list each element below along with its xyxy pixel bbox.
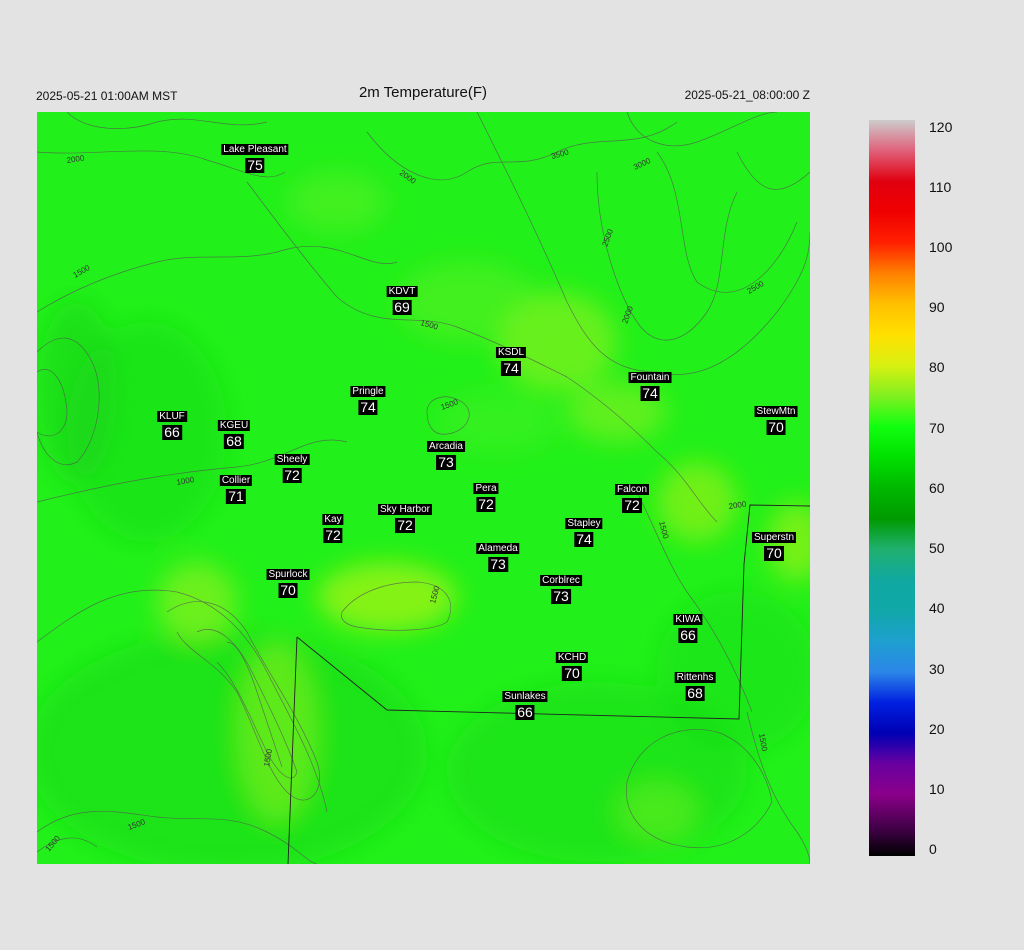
- station-name: Sunlakes: [502, 691, 548, 702]
- station-value: 72: [476, 496, 496, 512]
- colorbar-tick: 30: [929, 661, 945, 677]
- station-name: Corblrec: [540, 575, 582, 586]
- temperature-colorbar: [869, 120, 915, 856]
- colorbar-tick: 120: [929, 119, 953, 135]
- colorbar-tick: 100: [929, 239, 953, 255]
- station-kgeu: KGEU 68: [217, 415, 251, 449]
- station-value: 74: [358, 399, 378, 415]
- station-value: 73: [551, 588, 571, 604]
- station-name: Arcadia: [427, 441, 465, 452]
- station-corblrec: Corblrec 73: [540, 570, 582, 604]
- station-value: 72: [622, 497, 642, 513]
- station-name: Collier: [219, 475, 253, 486]
- colorbar-tick: 50: [929, 540, 945, 556]
- station-value: 70: [764, 545, 784, 561]
- station-sky-harbor: Sky Harbor 72: [377, 499, 433, 533]
- station-value: 68: [224, 433, 244, 449]
- station-name: Falcon: [614, 484, 650, 495]
- colorbar-tick: 40: [929, 600, 945, 616]
- station-value: 72: [323, 527, 343, 543]
- station-pera: Pera 72: [473, 478, 499, 512]
- temperature-map: 2000 3500 3000 2000 1500 2500 2500 1500 …: [37, 112, 810, 864]
- station-value: 75: [245, 157, 265, 173]
- station-name: Fountain: [628, 372, 672, 383]
- station-kdvt: KDVT 69: [386, 281, 418, 315]
- station-arcadia: Arcadia 73: [427, 436, 465, 470]
- station-name: StewMtn: [754, 406, 798, 417]
- colorbar-tick: 60: [929, 480, 945, 496]
- station-name: KIWA: [673, 614, 703, 625]
- station-name: Alameda: [476, 543, 520, 554]
- station-name: Rittenhs: [674, 672, 716, 683]
- station-value: 73: [436, 454, 456, 470]
- station-alameda: Alameda 73: [476, 538, 520, 572]
- station-stewmtn: StewMtn 70: [754, 401, 798, 435]
- station-rittenhs: Rittenhs 68: [674, 667, 716, 701]
- station-value: 68: [685, 685, 705, 701]
- colorbar-tick: 90: [929, 299, 945, 315]
- station-name: Kay: [322, 514, 344, 525]
- station-value: 66: [678, 627, 698, 643]
- station-name: Stapley: [565, 518, 603, 529]
- station-name: Spurlock: [266, 569, 310, 580]
- station-name: KLUF: [157, 411, 187, 422]
- station-value: 74: [640, 385, 660, 401]
- station-kay: Kay 72: [322, 509, 344, 543]
- station-name: Pringle: [350, 386, 386, 397]
- station-name: KCHD: [555, 652, 589, 663]
- station-value: 74: [574, 531, 594, 547]
- station-falcon: Falcon 72: [614, 479, 650, 513]
- station-name: KGEU: [217, 420, 251, 431]
- utc-time-label: 2025-05-21_08:00:00 Z: [684, 88, 810, 102]
- station-name: Superstn: [751, 532, 797, 543]
- station-value: 74: [501, 360, 521, 376]
- colorbar-tick: 10: [929, 781, 945, 797]
- station-kluf: KLUF 66: [157, 406, 187, 440]
- colorbar-tick: 70: [929, 420, 945, 436]
- colorbar-tick: 20: [929, 721, 945, 737]
- station-name: Lake Pleasant: [221, 144, 289, 155]
- station-value: 66: [162, 424, 182, 440]
- station-sunlakes: Sunlakes 66: [502, 686, 548, 720]
- station-value: 66: [515, 704, 535, 720]
- station-name: KDVT: [386, 286, 418, 297]
- station-value: 69: [392, 299, 412, 315]
- station-fountain: Fountain 74: [628, 367, 672, 401]
- station-superstn: Superstn 70: [751, 527, 797, 561]
- station-lake-pleasant: Lake Pleasant 75: [221, 139, 289, 173]
- station-value: 70: [766, 419, 786, 435]
- station-collier: Collier 71: [219, 470, 253, 504]
- map-field: 2000 3500 3000 2000 1500 2500 2500 1500 …: [37, 112, 810, 864]
- station-value: 70: [278, 582, 298, 598]
- station-value: 72: [395, 517, 415, 533]
- colorbar-tick: 80: [929, 359, 945, 375]
- station-stapley: Stapley 74: [565, 513, 603, 547]
- station-name: Pera: [473, 483, 499, 494]
- colorbar-tick: 0: [929, 841, 937, 857]
- station-pringle: Pringle 74: [350, 381, 386, 415]
- local-time-label: 2025-05-21 01:00AM MST: [36, 89, 178, 103]
- station-value: 73: [488, 556, 508, 572]
- station-value: 70: [562, 665, 582, 681]
- station-kiwa: KIWA 66: [673, 609, 703, 643]
- station-sheely: Sheely 72: [274, 449, 310, 483]
- colorbar-tick: 110: [929, 179, 952, 195]
- station-ksdl: KSDL 74: [495, 342, 527, 376]
- station-value: 72: [282, 467, 302, 483]
- station-kchd: KCHD 70: [555, 647, 589, 681]
- station-name: Sheely: [274, 454, 310, 465]
- station-spurlock: Spurlock 70: [266, 564, 310, 598]
- station-value: 71: [226, 488, 246, 504]
- station-name: KSDL: [495, 347, 527, 358]
- station-name: Sky Harbor: [377, 504, 433, 515]
